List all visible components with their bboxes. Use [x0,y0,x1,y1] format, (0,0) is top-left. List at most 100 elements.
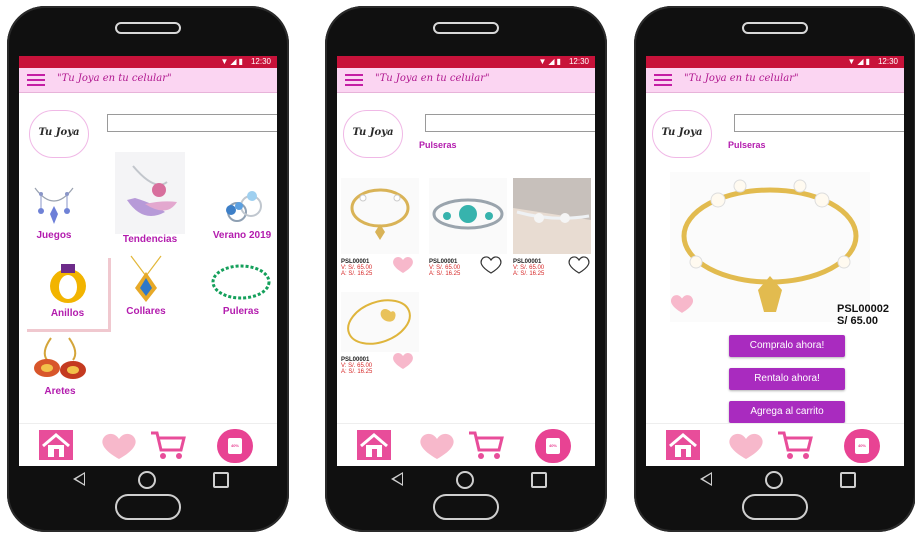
home-icon[interactable] [357,430,391,460]
back-icon[interactable] [73,472,85,486]
category-aretes[interactable]: Aretes [31,334,89,397]
heart-icon[interactable] [391,352,415,370]
category-puleras[interactable]: Puleras [207,260,275,317]
signal-icon: ▼◢▮ [220,57,245,66]
sale-tag-label: 40% [228,438,242,454]
bottom-nav: 40% [646,423,904,466]
hamburger-menu-icon[interactable] [27,74,45,87]
phone-home: ▼◢▮ 12:30 "Tu Joya en tu celular" Tu Joya… [7,6,289,532]
logo-text: Tu Joya [352,127,394,138]
hardware-home-button[interactable] [115,494,181,520]
screen-list: ▼◢▮ 12:30 "Tu Joya en tu celular" Tu Joya… [337,56,595,466]
speaker [433,22,499,34]
app-title: "Tu Joya en tu celular" [57,73,172,84]
trend-jewelry-icon [115,152,185,234]
ring-icon [49,264,86,303]
status-time: 12:30 [877,57,898,66]
earrings-set-icon [34,187,74,224]
system-nav [7,466,289,490]
app-bar: "Tu Joya en tu celular" [646,68,904,93]
back-icon[interactable] [700,472,712,486]
logo[interactable]: Tu Joya [29,110,89,158]
phone-list: ▼◢▮ 12:30 "Tu Joya en tu celular" Tu Joya… [325,6,607,532]
search-input[interactable] [425,114,595,132]
sale-tag-label: 40% [546,438,560,454]
category-anillos[interactable]: Anillos [27,258,111,332]
cart-icon[interactable] [467,430,505,460]
bottom-nav: 40% [337,423,595,466]
sale-tag-icon[interactable]: 40% [535,429,571,463]
product-code: PSL00002 [837,303,889,315]
phone-detail: ▼◢▮ 12:30 "Tu Joya en tu celular" Tu Joya… [634,6,915,532]
heart-outline-icon[interactable] [567,256,591,274]
app-title: "Tu Joya en tu celular" [684,73,799,84]
status-time: 12:30 [568,57,589,66]
category-label: Anillos [50,308,85,319]
recent-apps-icon[interactable] [840,472,856,488]
recent-apps-icon[interactable] [531,472,547,488]
speaker [742,22,808,34]
product-image [513,178,591,254]
sale-tag-icon[interactable]: 40% [217,429,253,463]
search-input[interactable] [107,114,277,132]
favorites-heart-icon[interactable] [417,432,457,460]
product-image [341,178,419,254]
category-label: Tendencias [122,234,178,245]
buy-now-button[interactable]: Compralo ahora! [729,335,845,357]
system-nav [325,466,607,490]
earrings-icon [34,337,86,379]
app-bar: "Tu Joya en tu celular" [337,68,595,93]
screen-home: ▼◢▮ 12:30 "Tu Joya en tu celular" Tu Joya… [19,56,277,466]
hardware-home-button[interactable] [433,494,499,520]
recent-apps-icon[interactable] [213,472,229,488]
home-circle-icon[interactable] [765,471,783,489]
hamburger-menu-icon[interactable] [654,74,672,87]
category-verano-2019[interactable]: Verano 2019 [209,184,275,241]
favorites-heart-icon[interactable] [99,432,139,460]
product-main-image [670,172,870,322]
home-icon[interactable] [39,430,73,460]
logo[interactable]: Tu Joya [652,110,712,158]
product-image [341,292,419,352]
bottom-nav: 40% [19,423,277,466]
home-circle-icon[interactable] [456,471,474,489]
back-icon[interactable] [391,472,403,486]
signal-icon: ▼◢▮ [847,57,872,66]
hardware-home-button[interactable] [742,494,808,520]
heart-icon[interactable] [668,294,696,314]
app-title: "Tu Joya en tu celular" [375,73,490,84]
status-bar: ▼◢▮ 12:30 [646,56,904,68]
rent-now-button[interactable]: Rentalo ahora! [729,368,845,390]
logo-text: Tu Joya [38,127,80,138]
app-bar: "Tu Joya en tu celular" [19,68,277,93]
status-time: 12:30 [250,57,271,66]
category-label: Collares [126,306,166,317]
speaker [115,22,181,34]
logo-text: Tu Joya [661,127,703,138]
heart-icon[interactable] [391,256,415,274]
heart-outline-icon[interactable] [479,256,503,274]
cart-icon[interactable] [149,430,187,460]
sale-tag-icon[interactable]: 40% [844,429,880,463]
favorites-heart-icon[interactable] [726,432,766,460]
hamburger-menu-icon[interactable] [345,74,363,87]
bracelet-icon [211,264,271,300]
status-bar: ▼◢▮ 12:30 [337,56,595,68]
search-input[interactable] [734,114,904,132]
category-collares[interactable]: Collares [119,254,173,317]
summer-rings-icon [226,191,262,222]
screen-detail: ▼◢▮ 12:30 "Tu Joya en tu celular" Tu Joya… [646,56,904,466]
category-label: Verano 2019 [212,230,272,241]
signal-icon: ▼◢▮ [538,57,563,66]
category-tendencias[interactable]: Tendencias [113,152,187,245]
section-title: Pulseras [728,140,766,150]
category-juegos[interactable]: Juegos [27,184,81,241]
home-icon[interactable] [666,430,700,460]
logo[interactable]: Tu Joya [343,110,403,158]
add-to-cart-button[interactable]: Agrega al carrito [729,401,845,423]
category-label: Juegos [36,230,72,241]
cart-icon[interactable] [776,430,814,460]
pendant-icon [130,255,162,302]
home-circle-icon[interactable] [138,471,156,489]
category-label: Puleras [222,306,260,317]
